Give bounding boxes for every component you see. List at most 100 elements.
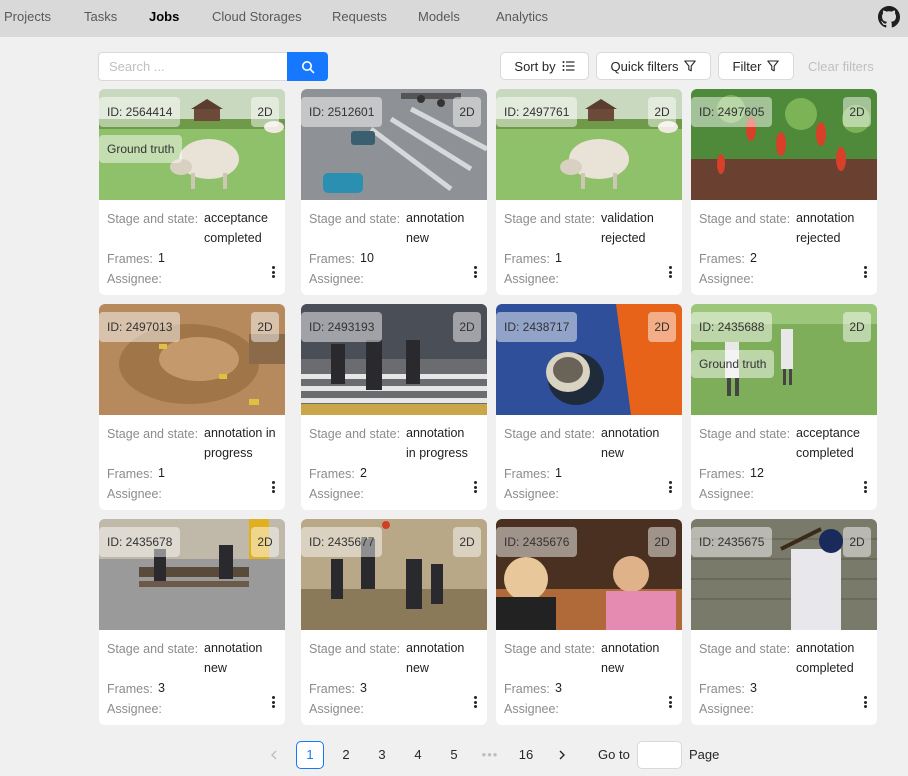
job-preview-image[interactable]: ID: 2435677 2D: [301, 519, 487, 630]
job-state: new: [601, 446, 624, 460]
frames-label: Frames:: [309, 467, 355, 481]
more-actions-icon[interactable]: [269, 479, 277, 495]
job-frames: 2: [750, 251, 757, 265]
frames-label: Frames:: [107, 682, 153, 696]
job-preview-image[interactable]: ID: 2435675 2D: [691, 519, 877, 630]
job-frames: 1: [158, 466, 165, 480]
job-card[interactable]: ID: 2497761 2D Stage and state: validati…: [496, 89, 682, 295]
next-page-button[interactable]: [548, 741, 576, 769]
job-card[interactable]: ID: 2435676 2D Stage and state: annotati…: [496, 519, 682, 725]
more-actions-icon[interactable]: [269, 264, 277, 280]
github-icon[interactable]: [878, 6, 900, 28]
job-id-tag: ID: 2512601: [301, 97, 383, 127]
job-card[interactable]: ID: 2435678 2D Stage and state: annotati…: [99, 519, 285, 725]
job-state: completed: [796, 446, 854, 460]
clear-filters-button[interactable]: Clear filters: [808, 59, 874, 74]
assignee-label: Assignee:: [309, 702, 364, 716]
more-actions-icon[interactable]: [861, 264, 869, 280]
job-id-tag: ID: 2435688: [691, 312, 773, 342]
job-preview-image[interactable]: ID: 2435678 2D: [99, 519, 285, 630]
page-5-button[interactable]: 5: [440, 741, 468, 769]
job-id-tag: ID: 2435678: [99, 527, 181, 557]
job-preview-image[interactable]: ID: 2493193 2D: [301, 304, 487, 415]
job-state: rejected: [601, 231, 646, 245]
more-actions-icon[interactable]: [269, 694, 277, 710]
nav-jobs[interactable]: Jobs: [149, 9, 179, 24]
jump-next-button[interactable]: •••: [476, 741, 504, 769]
more-actions-icon[interactable]: [666, 264, 674, 280]
stage-state-label: Stage and state:: [504, 427, 596, 441]
assignee-label: Assignee:: [107, 272, 162, 286]
nav-requests[interactable]: Requests: [332, 9, 387, 24]
job-stage: annotation: [601, 426, 660, 440]
job-preview-image[interactable]: ID: 2438717 2D: [496, 304, 682, 415]
page-16-button[interactable]: 16: [512, 741, 540, 769]
top-navigation: Projects Tasks Jobs Cloud Storages Reque…: [0, 0, 908, 37]
job-state: completed: [796, 661, 854, 675]
search-icon: [301, 60, 314, 73]
assignee-label: Assignee:: [699, 702, 754, 716]
job-stage: annotation in: [204, 426, 276, 440]
job-preview-image[interactable]: ID: 2497761 2D: [496, 89, 682, 200]
more-actions-icon[interactable]: [861, 694, 869, 710]
job-frames: 1: [555, 466, 562, 480]
filter-button[interactable]: Filter: [718, 52, 794, 80]
page-3-button[interactable]: 3: [368, 741, 396, 769]
more-actions-icon[interactable]: [666, 479, 674, 495]
page-label: Page: [689, 747, 720, 762]
job-id-tag: ID: 2435675: [691, 527, 773, 557]
job-card[interactable]: ID: 2493193 2D Stage and state: annotati…: [301, 304, 487, 510]
job-card[interactable]: ID: 2438717 2D Stage and state: annotati…: [496, 304, 682, 510]
nav-tasks[interactable]: Tasks: [84, 9, 117, 24]
search-input[interactable]: [98, 52, 288, 81]
job-state: new: [601, 661, 624, 675]
nav-models[interactable]: Models: [418, 9, 460, 24]
job-frames: 12: [750, 466, 764, 480]
quick-filters-label: Quick filters: [610, 58, 679, 74]
dimension-tag: 2D: [843, 527, 871, 557]
dimension-tag: 2D: [453, 312, 481, 342]
prev-page-button[interactable]: [260, 741, 288, 769]
more-actions-icon[interactable]: [471, 479, 479, 495]
job-card[interactable]: ID: 2564414 2D Ground truth Stage and st…: [99, 89, 285, 295]
job-state: new: [406, 231, 429, 245]
nav-projects[interactable]: Projects: [4, 9, 51, 24]
sort-by-button[interactable]: Sort by: [500, 52, 589, 80]
job-state: new: [204, 661, 227, 675]
assignee-label: Assignee:: [309, 272, 364, 286]
stage-state-label: Stage and state:: [309, 642, 401, 656]
quick-filters-button[interactable]: Quick filters: [596, 52, 711, 80]
job-card[interactable]: ID: 2435675 2D Stage and state: annotati…: [691, 519, 877, 725]
job-card[interactable]: ID: 2497013 2D Stage and state: annotati…: [99, 304, 285, 510]
page-1-button[interactable]: 1: [296, 741, 324, 769]
job-card[interactable]: ID: 2512601 2D Stage and state: annotati…: [301, 89, 487, 295]
job-preview-image[interactable]: ID: 2564414 2D Ground truth: [99, 89, 285, 200]
job-card[interactable]: ID: 2435688 2D Ground truth Stage and st…: [691, 304, 877, 510]
job-preview-image[interactable]: ID: 2497013 2D: [99, 304, 285, 415]
more-actions-icon[interactable]: [471, 264, 479, 280]
job-id-tag: ID: 2497013: [99, 312, 181, 342]
nav-analytics[interactable]: Analytics: [496, 9, 548, 24]
stage-state-label: Stage and state:: [699, 427, 791, 441]
stage-state-label: Stage and state:: [699, 642, 791, 656]
nav-cloud-storages[interactable]: Cloud Storages: [212, 9, 302, 24]
job-preview-image[interactable]: ID: 2435688 2D Ground truth: [691, 304, 877, 415]
goto-page-input[interactable]: [637, 741, 682, 769]
filter-label: Filter: [732, 58, 762, 74]
frames-label: Frames:: [107, 252, 153, 266]
assignee-label: Assignee:: [699, 487, 754, 501]
dimension-tag: 2D: [453, 527, 481, 557]
job-stage: annotation: [601, 641, 660, 655]
page-2-button[interactable]: 2: [332, 741, 360, 769]
job-card[interactable]: ID: 2435677 2D Stage and state: annotati…: [301, 519, 487, 725]
more-actions-icon[interactable]: [666, 694, 674, 710]
job-card[interactable]: ID: 2497605 2D Stage and state: annotati…: [691, 89, 877, 295]
job-preview-image[interactable]: ID: 2512601 2D: [301, 89, 487, 200]
frames-label: Frames:: [699, 682, 745, 696]
job-preview-image[interactable]: ID: 2435676 2D: [496, 519, 682, 630]
search-button[interactable]: [287, 52, 328, 81]
page-4-button[interactable]: 4: [404, 741, 432, 769]
more-actions-icon[interactable]: [471, 694, 479, 710]
job-preview-image[interactable]: ID: 2497605 2D: [691, 89, 877, 200]
more-actions-icon[interactable]: [861, 479, 869, 495]
